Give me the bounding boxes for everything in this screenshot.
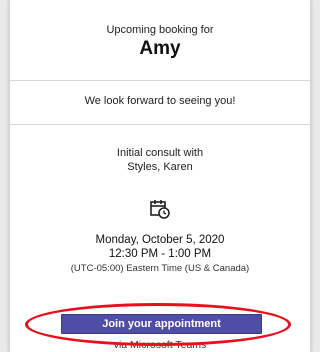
calendar-clock-icon bbox=[149, 198, 171, 220]
meeting-platform-label: via Microsoft Teams bbox=[113, 339, 207, 351]
appointment-timezone: (UTC-05:00) Eastern Time (US & Canada) bbox=[70, 263, 250, 274]
booking-card: Upcoming booking for Amy We look forward… bbox=[9, 0, 311, 352]
appointment-time: 12:30 PM - 1:00 PM bbox=[108, 248, 212, 260]
service-name: Initial consult with bbox=[116, 147, 204, 159]
message-section: We look forward to seeing you! bbox=[10, 81, 310, 125]
booking-header: Upcoming booking for Amy bbox=[10, 0, 310, 81]
join-appointment-button[interactable]: Join your appointment bbox=[61, 314, 262, 334]
upcoming-label: Upcoming booking for bbox=[106, 24, 214, 36]
staff-name: Styles, Karen bbox=[127, 161, 193, 173]
appointment-date: Monday, October 5, 2020 bbox=[95, 234, 225, 246]
service-info: Initial consult with Styles, Karen bbox=[10, 146, 310, 174]
customer-name: Amy bbox=[139, 38, 181, 59]
welcome-message: We look forward to seeing you! bbox=[84, 95, 236, 107]
